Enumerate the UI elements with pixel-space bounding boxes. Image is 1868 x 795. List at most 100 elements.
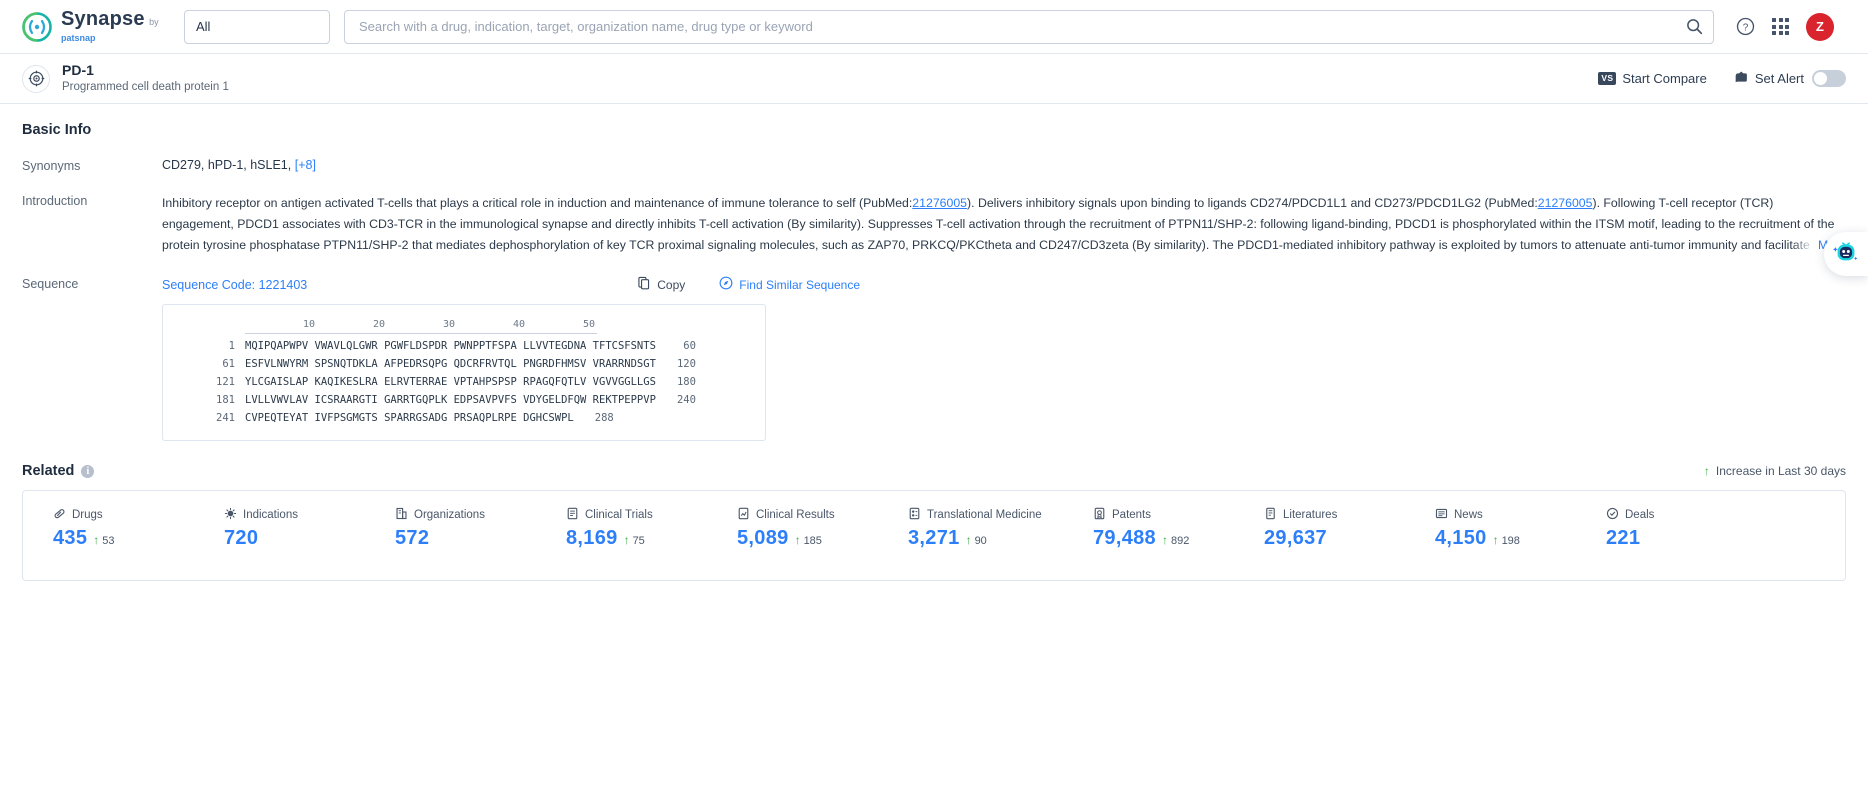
arrow-up-icon: ↑ (1492, 533, 1499, 547)
related-stats-grid: Drugs 435 ↑ 53 Indications 720 Organizat… (23, 507, 1845, 562)
stat-patents[interactable]: Patents 79,488 ↑ 892 (1063, 507, 1234, 550)
stat-deals[interactable]: Deals 221 (1576, 507, 1747, 550)
deals-icon (1606, 507, 1619, 523)
stat-delta: ↑ 53 (93, 534, 114, 547)
synapse-logo-icon (22, 11, 52, 42)
virus-icon (224, 507, 237, 523)
help-circle-icon[interactable]: ? (1736, 17, 1755, 36)
avatar[interactable]: Z (1806, 12, 1834, 41)
stat-label: News (1454, 509, 1483, 521)
sequence-code-link[interactable]: Sequence Code: 1221403 (162, 278, 307, 292)
sequence-start-index: 61 (222, 358, 235, 370)
info-icon[interactable]: i (81, 464, 95, 478)
pubmed-link-1[interactable]: 21276005 (912, 196, 967, 210)
stat-delta: ↑ 90 (966, 534, 987, 547)
set-alert-control[interactable]: Set Alert (1733, 70, 1846, 88)
sequence-residues: LVLLVWVLAV ICSRAARGTI GARRTGQPLK EDPSAVP… (245, 394, 656, 406)
sequence-tools: Copy Find Similar Sequence (637, 276, 860, 293)
sequence-ruler-line (245, 333, 597, 334)
introduction-label: Introduction (22, 194, 88, 208)
arrow-up-icon: ↑ (1703, 464, 1710, 478)
sequence-line: 181 LVLLVWVLAV ICSRAARGTI GARRTGQPLK EDP… (181, 394, 747, 406)
stat-delta: ↑ 198 (1493, 534, 1520, 547)
sequence-label: Sequence (22, 277, 79, 291)
search-icon[interactable] (1686, 18, 1703, 35)
logo-title: Synapse (61, 7, 145, 30)
sequence-row: Sequence Sequence Code: 1221403 Copy Fin… (22, 276, 1846, 441)
ai-assistant-icon (1832, 238, 1860, 271)
set-alert-toggle[interactable] (1812, 70, 1846, 87)
versus-icon: VS (1598, 72, 1617, 85)
stat-value: 3,271 (908, 527, 960, 549)
arrow-up-icon: ↑ (794, 533, 801, 547)
stat-label: Organizations (414, 509, 485, 521)
introduction-part-2: ). Delivers inhibitory signals upon bind… (967, 196, 1538, 210)
sequence-viewer: 10 20 30 40 50 1 MQIPQAPWPV VWAVLQLGWR P… (162, 304, 766, 441)
stat-delta-value: 75 (632, 535, 645, 547)
stat-label: Translational Medicine (927, 509, 1042, 521)
stat-value: 8,169 (566, 527, 618, 549)
sequence-end-index: 240 (676, 394, 696, 406)
sequence-end-index: 120 (676, 358, 696, 370)
trial-icon (566, 507, 579, 523)
stat-value: 221 (1606, 527, 1641, 549)
start-compare-button[interactable]: VS Start Compare (1598, 71, 1707, 86)
sequence-residues: ESFVLNWYRM SPSNQTDKLA AFPEDRSQPG QDCRFRV… (245, 358, 656, 370)
introduction-row: Introduction Inhibitory receptor on anti… (22, 193, 1846, 256)
find-similar-sequence-button[interactable]: Find Similar Sequence (719, 276, 860, 293)
copy-sequence-button[interactable]: Copy (637, 276, 685, 293)
stat-value: 435 (53, 527, 88, 549)
synonyms-value: CD279, hPD-1, hSLE1, [+8] (162, 158, 1846, 173)
app-logo[interactable]: Synapse by patsnap (22, 9, 162, 45)
stat-delta-value: 892 (1170, 535, 1190, 547)
search-scope-select[interactable]: All (184, 9, 330, 44)
arrow-up-icon: ↑ (623, 533, 630, 547)
stat-literatures[interactable]: Literatures 29,637 (1234, 507, 1405, 550)
stat-delta-value: 185 (803, 535, 822, 547)
stat-news[interactable]: News 4,150 ↑ 198 (1405, 507, 1576, 550)
stat-label: Patents (1112, 509, 1151, 521)
stat-value: 29,637 (1264, 527, 1327, 549)
ai-assistant-button[interactable] (1824, 232, 1868, 276)
literature-icon (1264, 507, 1277, 523)
ruler-tick: 30 (442, 319, 455, 330)
stat-indications[interactable]: Indications 720 (194, 507, 365, 550)
copy-label: Copy (657, 277, 686, 292)
page-title: PD-1 (62, 62, 94, 79)
search-scope-value: All (196, 19, 211, 34)
arrow-up-icon: ↑ (965, 533, 972, 547)
stat-clinical-results[interactable]: Clinical Results 5,089 ↑ 185 (707, 507, 878, 550)
synonyms-more-link[interactable]: [+8] (295, 158, 316, 172)
introduction-text: Inhibitory receptor on antigen activated… (162, 193, 1846, 256)
bell-alert-icon (1733, 70, 1749, 88)
global-search-box[interactable] (344, 9, 1714, 44)
building-icon (395, 507, 408, 523)
sequence-ruler: 10 20 30 40 50 (181, 319, 747, 330)
patent-icon (1093, 507, 1106, 523)
search-input[interactable] (359, 19, 1686, 34)
ruler-tick: 20 (372, 319, 385, 330)
find-similar-label: Find Similar Sequence (739, 277, 861, 292)
related-heading-wrap: Related i (22, 463, 95, 479)
stat-label: Indications (243, 509, 298, 521)
medicine-icon (908, 507, 921, 523)
sequence-end-index: 288 (594, 412, 614, 424)
app-grid-icon[interactable] (1772, 18, 1789, 35)
introduction-part-1: Inhibitory receptor on antigen activated… (162, 196, 913, 210)
stat-delta: ↑ 75 (624, 534, 645, 547)
stat-drugs[interactable]: Drugs 435 ↑ 53 (23, 507, 194, 550)
stat-clinical-trials[interactable]: Clinical Trials 8,169 ↑ 75 (536, 507, 707, 550)
stat-translational-medicine[interactable]: Translational Medicine 3,271 ↑ 90 (878, 507, 1063, 550)
increase-legend: ↑ Increase in Last 30 days (1704, 464, 1846, 478)
sequence-end-index: 180 (676, 376, 696, 388)
arrow-up-icon: ↑ (93, 533, 100, 547)
entity-header: PD-1 Programmed cell death protein 1 VS … (0, 54, 1868, 104)
stat-organizations[interactable]: Organizations 572 (365, 507, 536, 550)
sequence-end-index: 60 (683, 340, 696, 352)
entity-actions: VS Start Compare Set Alert (1598, 70, 1846, 88)
stat-delta: ↑ 892 (1162, 534, 1189, 547)
ruler-tick: 10 (302, 319, 315, 330)
stat-delta: ↑ 185 (795, 534, 822, 547)
pill-icon (53, 507, 66, 523)
pubmed-link-2[interactable]: 21276005 (1538, 196, 1593, 210)
